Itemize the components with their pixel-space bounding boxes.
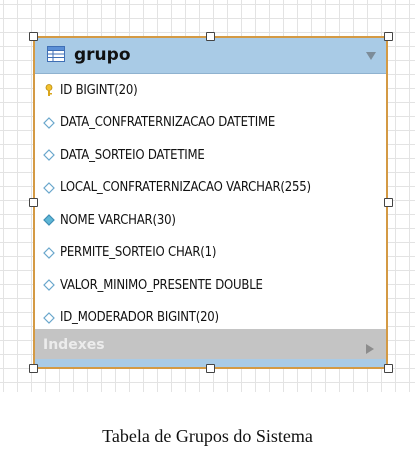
- column-label: ID BIGINT(20): [60, 82, 138, 98]
- column-label: NOME VARCHAR(30): [60, 212, 176, 228]
- resize-handle-bottom-right[interactable]: [384, 364, 393, 373]
- column-diamond-icon: [43, 149, 55, 162]
- column-label: DATA_CONFRATERNIZACAO DATETIME: [60, 115, 276, 131]
- column-label: LOCAL_CONFRATERNIZACAO VARCHAR(255): [60, 180, 311, 196]
- collapse-triangle-icon[interactable]: [365, 47, 377, 60]
- expand-triangle-icon[interactable]: [365, 339, 375, 358]
- not-null-diamond-icon: [43, 214, 55, 227]
- column-label: DATA_SORTEIO DATETIME: [60, 147, 205, 163]
- column-row-data-confraternizacao[interactable]: DATA_CONFRATERNIZACAO DATETIME: [35, 107, 386, 140]
- resize-handle-top-right[interactable]: [384, 32, 393, 41]
- column-row-data-sorteio[interactable]: DATA_SORTEIO DATETIME: [35, 139, 386, 172]
- resize-handle-bottom-center[interactable]: [206, 364, 215, 373]
- column-label: ID_MODERADOR BIGINT(20): [60, 310, 219, 326]
- table-entity-grupo[interactable]: grupo ID BIGINT(20) DATA_CONFRATERNIZACA…: [33, 36, 388, 369]
- column-list: ID BIGINT(20) DATA_CONFRATERNIZACAO DATE…: [35, 74, 386, 334]
- column-row-permite-sorteio[interactable]: PERMITE_SORTEIO CHAR(1): [35, 237, 386, 270]
- primary-key-icon: [43, 84, 55, 97]
- column-row-local-confraternizacao[interactable]: LOCAL_CONFRATERNIZACAO VARCHAR(255): [35, 172, 386, 205]
- column-row-id[interactable]: ID BIGINT(20): [35, 74, 386, 107]
- resize-handle-middle-right[interactable]: [384, 198, 393, 207]
- column-diamond-icon: [43, 311, 55, 324]
- diagram-canvas: grupo ID BIGINT(20) DATA_CONFRATERNIZACA…: [0, 0, 415, 392]
- indexes-label: Indexes: [43, 336, 105, 353]
- column-row-nome[interactable]: NOME VARCHAR(30): [35, 204, 386, 237]
- resize-handle-top-center[interactable]: [206, 32, 215, 41]
- column-diamond-icon: [43, 246, 55, 259]
- column-label: VALOR_MINIMO_PRESENTE DOUBLE: [60, 277, 263, 293]
- column-diamond-icon: [43, 181, 55, 194]
- column-diamond-icon: [43, 116, 55, 129]
- indexes-section[interactable]: Indexes: [35, 329, 386, 360]
- figure-caption: Tabela de Grupos do Sistema: [102, 426, 313, 446]
- column-row-valor-minimo-presente[interactable]: VALOR_MINIMO_PRESENTE DOUBLE: [35, 269, 386, 302]
- resize-handle-middle-left[interactable]: [29, 198, 38, 207]
- table-title: grupo: [74, 45, 131, 65]
- table-icon: [47, 46, 65, 62]
- table-header[interactable]: grupo: [35, 38, 386, 74]
- column-label: PERMITE_SORTEIO CHAR(1): [60, 245, 217, 261]
- column-diamond-icon: [43, 279, 55, 292]
- resize-handle-bottom-left[interactable]: [29, 364, 38, 373]
- resize-handle-top-left[interactable]: [29, 32, 38, 41]
